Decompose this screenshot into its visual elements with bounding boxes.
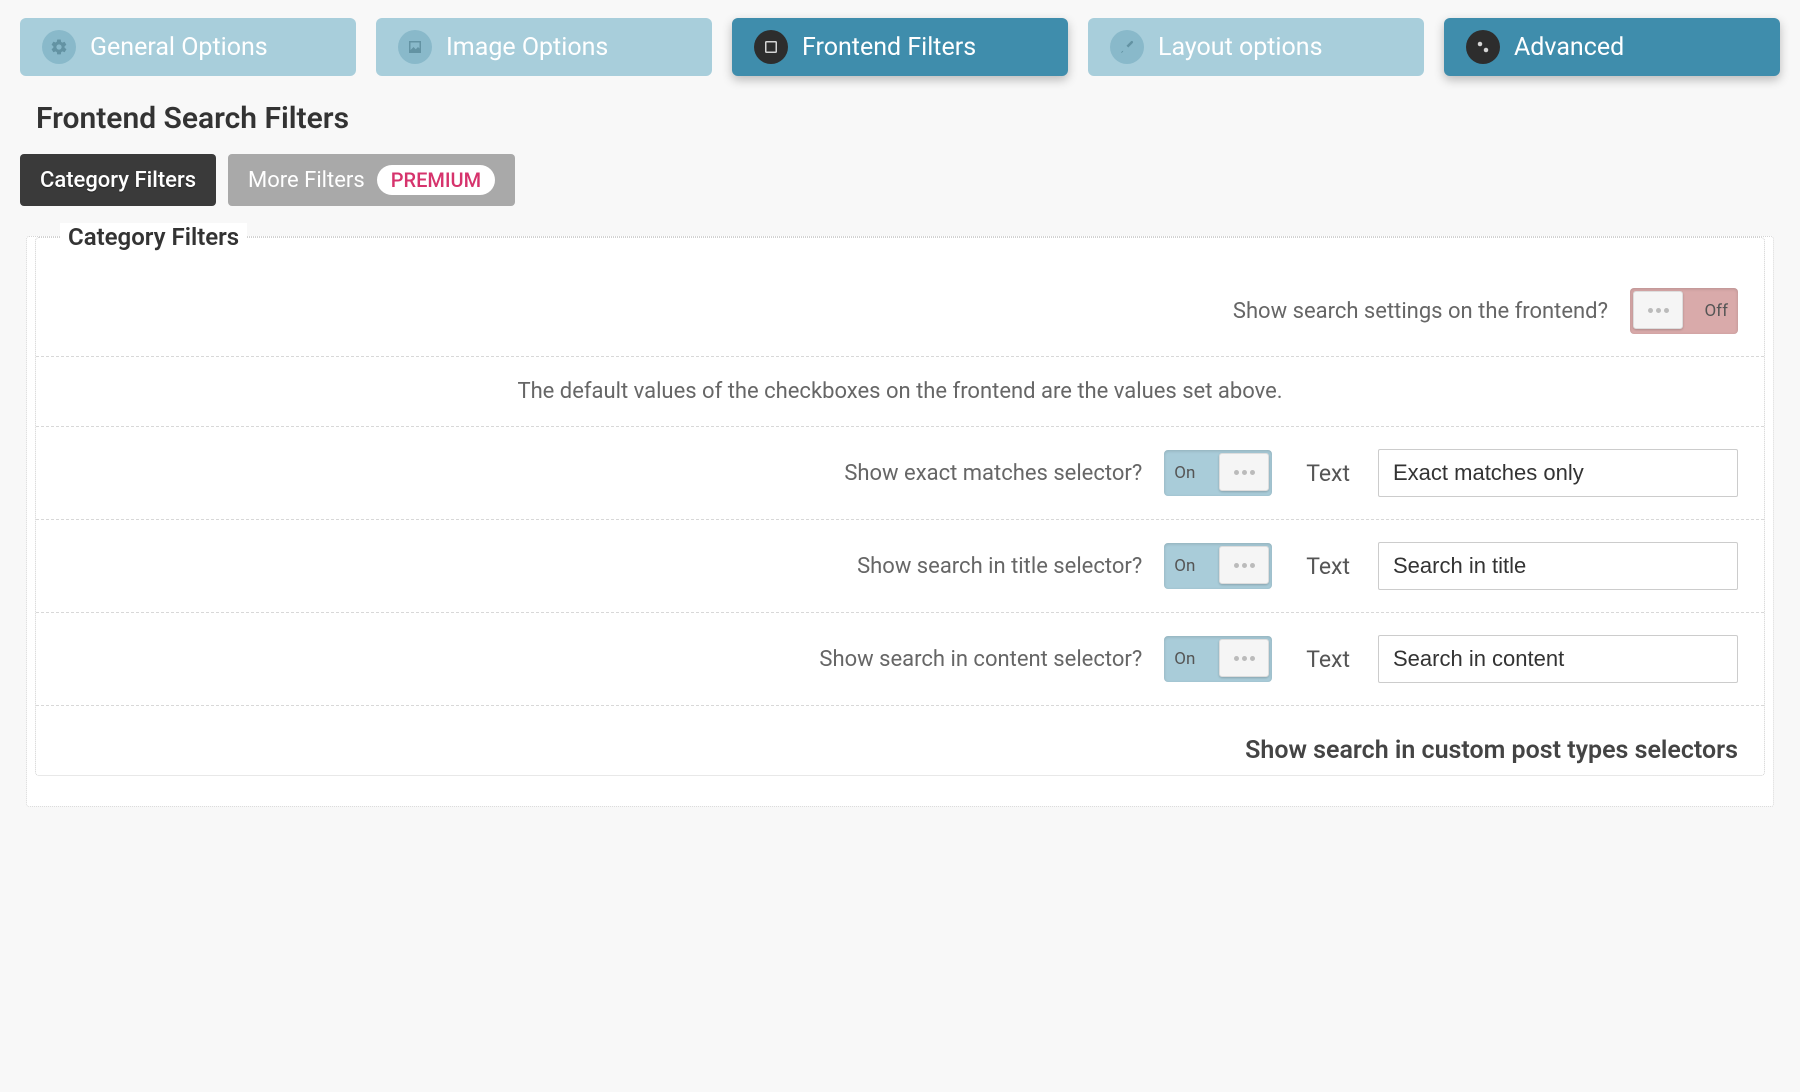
grip-dots-icon [1234, 656, 1255, 661]
row-label: Show search in title selector? [62, 554, 1146, 579]
fieldset-legend: Category Filters [60, 223, 247, 251]
tab-general-options[interactable]: General Options [20, 18, 356, 76]
tab-label: Image Options [446, 33, 608, 62]
row-exact-matches: Show exact matches selector? On Text [36, 427, 1764, 520]
toggle-handle [1219, 453, 1269, 491]
toggle-state: On [1164, 649, 1205, 669]
toggle-handle [1633, 291, 1683, 329]
toggle-search-title[interactable]: On [1164, 543, 1272, 589]
tab-layout-options[interactable]: Layout options [1088, 18, 1424, 76]
premium-badge: PREMIUM [377, 165, 495, 195]
input-exact-matches-text[interactable] [1378, 449, 1738, 497]
toggle-handle [1219, 639, 1269, 677]
input-search-content-text[interactable] [1378, 635, 1738, 683]
subtab-category-filters[interactable]: Category Filters [20, 154, 216, 206]
tab-frontend-filters[interactable]: Frontend Filters [732, 18, 1068, 76]
toggle-exact-matches[interactable]: On [1164, 450, 1272, 496]
section-heading-row: Show search in custom post types selecto… [36, 706, 1764, 775]
square-icon [754, 30, 788, 64]
brush-icon [1110, 30, 1144, 64]
gear-icon [42, 30, 76, 64]
tab-image-options[interactable]: Image Options [376, 18, 712, 76]
page-title: Frontend Search Filters [36, 101, 1780, 136]
subtabs: Category Filters More Filters PREMIUM [20, 154, 1780, 206]
image-icon [398, 30, 432, 64]
text-label: Text [1306, 646, 1350, 673]
row-search-title: Show search in title selector? On Text [36, 520, 1764, 613]
row-search-content: Show search in content selector? On Text [36, 613, 1764, 706]
input-search-title-text[interactable] [1378, 542, 1738, 590]
row-defaults-note: The default values of the checkboxes on … [36, 357, 1764, 427]
grip-dots-icon [1648, 308, 1669, 313]
tab-label: Layout options [1158, 33, 1322, 62]
tab-advanced[interactable]: Advanced [1444, 18, 1780, 76]
grip-dots-icon [1234, 470, 1255, 475]
tab-label: General Options [90, 33, 268, 62]
tab-label: Frontend Filters [802, 33, 976, 62]
section-heading-custom-post-types: Show search in custom post types selecto… [1245, 736, 1738, 765]
toggle-state: On [1164, 556, 1205, 576]
main-panel: Category Filters Show search settings on… [26, 236, 1774, 807]
row-show-frontend: Show search settings on the frontend? Of… [36, 266, 1764, 357]
toggle-state: Off [1694, 301, 1738, 321]
category-filters-fieldset: Category Filters Show search settings on… [35, 237, 1765, 776]
subtab-label: More Filters [248, 168, 365, 193]
top-tabs: General Options Image Options Frontend F… [20, 18, 1780, 76]
gears-icon [1466, 30, 1500, 64]
row-label: Show exact matches selector? [62, 461, 1146, 486]
subtab-label: Category Filters [40, 168, 196, 193]
row-label: Show search in content selector? [62, 647, 1146, 672]
toggle-search-content[interactable]: On [1164, 636, 1272, 682]
row-label: Show search settings on the frontend? [1233, 299, 1612, 324]
grip-dots-icon [1234, 563, 1255, 568]
toggle-handle [1219, 546, 1269, 584]
tab-label: Advanced [1514, 33, 1624, 62]
subtab-more-filters[interactable]: More Filters PREMIUM [228, 154, 515, 206]
text-label: Text [1306, 460, 1350, 487]
toggle-show-frontend[interactable]: Off [1630, 288, 1738, 334]
text-label: Text [1306, 553, 1350, 580]
toggle-state: On [1164, 463, 1205, 483]
defaults-note: The default values of the checkboxes on … [62, 379, 1738, 404]
